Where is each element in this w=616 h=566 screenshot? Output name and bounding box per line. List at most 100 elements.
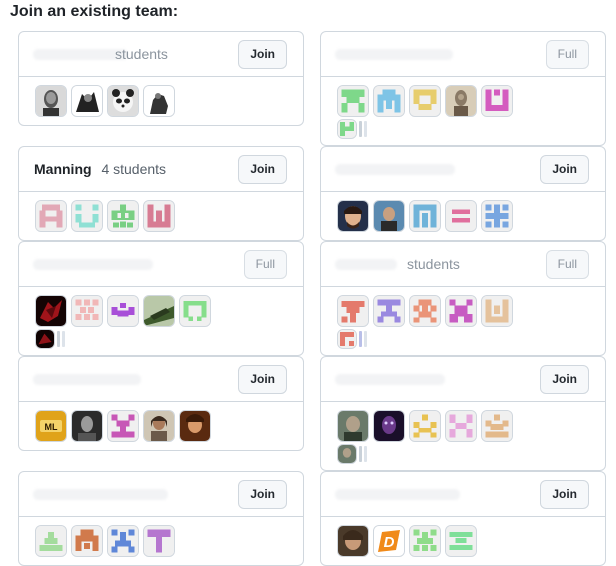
identicon-avatar[interactable] (445, 200, 477, 232)
redacted-team-name (33, 489, 168, 500)
svg-text:D: D (384, 534, 395, 551)
more-members-indicator[interactable] (359, 119, 371, 139)
more-members-indicator[interactable] (359, 444, 371, 464)
member-avatar[interactable]: ML (35, 410, 67, 442)
team-title: students (115, 46, 168, 62)
identicon-avatar[interactable] (71, 525, 103, 557)
identicon-avatar[interactable] (445, 295, 477, 327)
team-card: Full (320, 31, 606, 146)
team-full-button[interactable]: Full (545, 250, 589, 279)
identicon-avatar[interactable] (373, 295, 405, 327)
member-avatar[interactable] (143, 85, 175, 117)
identicon-avatar[interactable] (337, 85, 369, 117)
identicon-avatar[interactable] (71, 295, 103, 327)
identicon-avatar[interactable] (107, 525, 139, 557)
redacted-team-name (33, 259, 153, 270)
team-card-header: Full (321, 32, 605, 77)
member-avatar[interactable] (337, 200, 369, 232)
team-student-count: students (407, 256, 460, 272)
join-team-button[interactable]: Join (540, 480, 589, 509)
team-card: students Join (18, 31, 304, 126)
redacted-team-name (33, 49, 128, 60)
member-avatar[interactable] (445, 85, 477, 117)
member-avatar[interactable] (35, 295, 67, 327)
team-card: Join ML (18, 356, 304, 451)
join-team-button[interactable]: Join (540, 365, 589, 394)
member-avatar[interactable] (143, 295, 175, 327)
redacted-team-name (335, 374, 445, 385)
team-card: Join (320, 356, 606, 471)
team-card: Join (18, 471, 304, 566)
identicon-avatar[interactable] (179, 295, 211, 327)
more-members-indicator[interactable] (359, 329, 371, 349)
member-avatar[interactable] (35, 329, 55, 349)
identicon-avatar[interactable] (35, 200, 67, 232)
identicon-avatar[interactable] (337, 295, 369, 327)
identicon-avatar[interactable] (481, 295, 513, 327)
identicon-avatar[interactable] (373, 85, 405, 117)
join-team-button[interactable]: Join (238, 480, 287, 509)
identicon-avatar[interactable] (409, 295, 441, 327)
redacted-team-name (335, 259, 397, 270)
team-card: students Full (320, 241, 606, 356)
identicon-avatar[interactable] (445, 410, 477, 442)
identicon-avatar[interactable] (107, 295, 139, 327)
identicon-avatar[interactable] (337, 119, 357, 139)
team-full-button[interactable]: Full (545, 40, 589, 69)
team-card-header: Join (321, 472, 605, 517)
member-avatar[interactable] (337, 444, 357, 464)
svg-text:ML: ML (45, 422, 58, 432)
member-avatar[interactable] (337, 410, 369, 442)
team-card-header: Join (19, 357, 303, 402)
identicon-avatar[interactable] (71, 200, 103, 232)
team-card: Manning 4 students Join (18, 146, 304, 241)
member-avatar[interactable] (107, 85, 139, 117)
redacted-team-name (335, 489, 460, 500)
identicon-avatar[interactable] (409, 525, 441, 557)
identicon-avatar[interactable] (481, 410, 513, 442)
join-team-button[interactable]: Join (238, 365, 287, 394)
identicon-avatar[interactable] (409, 85, 441, 117)
team-card-header: students Join (19, 32, 303, 77)
member-avatar[interactable] (35, 85, 67, 117)
member-avatar[interactable] (373, 200, 405, 232)
identicon-avatar[interactable] (143, 525, 175, 557)
identicon-avatar[interactable] (481, 85, 513, 117)
team-card-header: Join (321, 147, 605, 192)
identicon-avatar[interactable] (481, 200, 513, 232)
team-card: Full (18, 241, 304, 356)
team-student-count: students (115, 46, 168, 62)
team-card-header: Join (19, 472, 303, 517)
member-avatar[interactable] (71, 410, 103, 442)
page-heading: Join an existing team: (10, 3, 179, 20)
identicon-avatar[interactable] (107, 410, 139, 442)
redacted-team-name (335, 49, 453, 60)
team-card: Join (320, 146, 606, 241)
team-student-count: 4 students (101, 161, 167, 177)
identicon-avatar[interactable] (35, 525, 67, 557)
identicon-avatar[interactable] (409, 200, 441, 232)
member-avatar[interactable] (179, 410, 211, 442)
member-avatar[interactable] (337, 525, 369, 557)
more-members-indicator[interactable] (57, 329, 69, 349)
identicon-avatar[interactable] (337, 329, 357, 349)
identicon-avatar[interactable] (409, 410, 441, 442)
identicon-avatar[interactable] (143, 200, 175, 232)
redacted-team-name (335, 164, 455, 175)
member-avatar[interactable] (71, 85, 103, 117)
join-team-button[interactable]: Join (238, 40, 287, 69)
team-card-header: students Full (321, 242, 605, 287)
team-full-button[interactable]: Full (243, 250, 287, 279)
team-name: Manning (34, 161, 92, 177)
team-card: Join D (320, 471, 606, 566)
identicon-avatar[interactable] (107, 200, 139, 232)
identicon-avatar[interactable] (445, 525, 477, 557)
join-team-button[interactable]: Join (238, 155, 287, 184)
team-title: Manning 4 students (34, 161, 166, 177)
team-card-header: Join (321, 357, 605, 402)
team-card-header: Full (19, 242, 303, 287)
join-team-button[interactable]: Join (540, 155, 589, 184)
member-avatar[interactable] (143, 410, 175, 442)
member-avatar[interactable]: D (373, 525, 405, 557)
member-avatar[interactable] (373, 410, 405, 442)
